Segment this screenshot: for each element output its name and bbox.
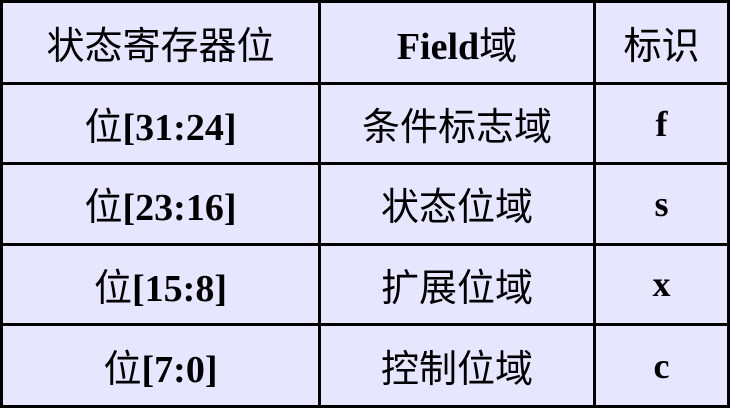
- table-row: 位[15:8] 扩展位域 x: [3, 242, 727, 327]
- bit-range: [7:0]: [141, 349, 218, 392]
- cell-field-name: 扩展位域: [318, 242, 596, 327]
- cell-bit-range: 位[23:16]: [3, 162, 321, 246]
- cell-flag: c: [593, 323, 727, 405]
- table-row: 位[23:16] 状态位域 s: [3, 162, 727, 246]
- cell-field-name: 控制位域: [318, 323, 596, 405]
- cell-field-name: 状态位域: [318, 162, 596, 246]
- header-register-bits: 状态寄存器位: [3, 3, 321, 85]
- table: 状态寄存器位 Field域 标识 位[31:24] 条件标志域 f 位[23:1…: [3, 3, 727, 405]
- header-field-latin: Field: [396, 25, 480, 68]
- header-field: Field域: [318, 3, 596, 85]
- bit-range: [31:24]: [122, 107, 237, 150]
- table-row: 位[31:24] 条件标志域 f: [3, 81, 727, 166]
- bit-prefix: 位: [84, 185, 123, 230]
- bit-range: [15:8]: [132, 267, 227, 310]
- table-row: 位[7:0] 控制位域 c: [3, 323, 727, 405]
- table-header-row: 状态寄存器位 Field域 标识: [3, 3, 727, 85]
- header-field-cjk: 域: [479, 23, 518, 68]
- cell-bit-range: 位[31:24]: [3, 81, 321, 166]
- header-flag: 标识: [593, 3, 727, 85]
- bit-range: [23:16]: [122, 187, 237, 230]
- cell-field-name: 条件标志域: [318, 81, 596, 166]
- bit-prefix: 位: [94, 265, 133, 310]
- cell-bit-range: 位[7:0]: [3, 323, 321, 405]
- cell-flag: s: [593, 162, 727, 246]
- cell-flag: f: [593, 81, 727, 166]
- bit-prefix: 位: [84, 105, 123, 150]
- cell-flag: x: [593, 242, 727, 327]
- bit-prefix: 位: [103, 347, 142, 392]
- register-field-table: 状态寄存器位 Field域 标识 位[31:24] 条件标志域 f 位[23:1…: [0, 0, 730, 408]
- cell-bit-range: 位[15:8]: [3, 242, 321, 327]
